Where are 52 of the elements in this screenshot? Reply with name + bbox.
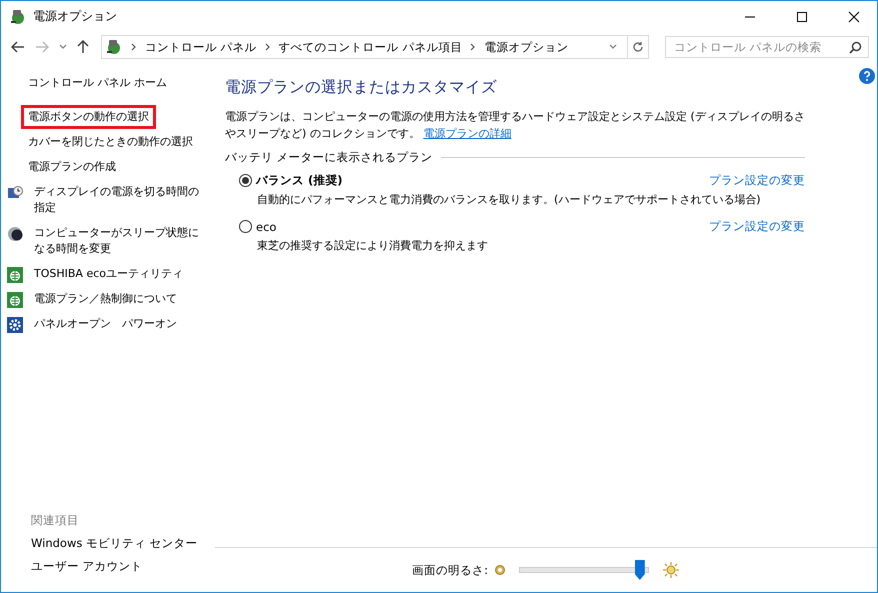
details-link[interactable]: 電源プランの詳細	[423, 127, 512, 140]
bright-sun-icon	[662, 561, 680, 579]
sidebar-link[interactable]: TOSHIBA ecoユーティリティ	[27, 262, 190, 286]
window-title: 電源オプション	[33, 8, 118, 25]
plan-name: eco	[256, 220, 278, 234]
up-button[interactable]	[75, 38, 91, 56]
sidebar-link[interactable]: 電源ボタンの動作の選択	[21, 105, 156, 129]
chevron-down-icon	[59, 44, 67, 50]
back-button[interactable]	[9, 39, 27, 55]
breadcrumb[interactable]: コントロール パネル	[145, 40, 257, 54]
refresh-icon	[632, 41, 644, 53]
help-icon[interactable]	[859, 68, 875, 84]
moon-icon	[7, 226, 23, 242]
chevron-down-icon	[609, 44, 617, 50]
up-arrow-icon	[77, 40, 89, 54]
globe-icon	[7, 267, 23, 283]
gear-icon	[7, 317, 23, 333]
related-link[interactable]: ユーザー アカウント	[1, 559, 143, 574]
sidebar-link[interactable]: コンピューターがスリープ状態になる時間を変更	[27, 221, 215, 261]
plan-name: バランス (推奨)	[256, 173, 344, 188]
breadcrumb[interactable]: 電源オプション	[484, 40, 568, 54]
close-icon	[848, 10, 860, 22]
sidebar-link[interactable]: コントロール パネル ホーム	[21, 71, 174, 95]
group-label: バッテリ メーターに表示されるプラン	[225, 150, 433, 165]
breadcrumb[interactable]: すべてのコントロール パネル項目	[278, 40, 462, 54]
clock-monitor-icon	[7, 185, 23, 201]
plan-settings-link[interactable]: プラン設定の変更	[709, 173, 805, 188]
brightness-label: 画面の明るさ:	[412, 562, 488, 578]
page-heading: 電源プランの選択またはカスタマイズ	[225, 77, 498, 98]
sidebar-link[interactable]: ディスプレイの電源を切る時間の指定	[27, 180, 215, 220]
address-bar[interactable]: コントロール パネル すべてのコントロール パネル項目 電源オプション	[101, 35, 649, 59]
sidebar-link[interactable]: パネルオープン パワーオン	[27, 312, 184, 336]
power-options-icon	[105, 38, 123, 56]
related-heading: 関連項目	[30, 513, 79, 528]
plan-description: 東芝の推奨する設定により消費電力を抑えます	[256, 238, 489, 253]
maximize-icon	[796, 10, 808, 22]
sidebar-link[interactable]: カバーを閉じたときの動作の選択	[21, 130, 200, 154]
slider-thumb[interactable]	[634, 560, 645, 580]
sidebar-link[interactable]: 電源プラン／熱制御について	[27, 287, 184, 311]
page-description: 電源プランは、コンピューターの電源の使用方法を管理するハードウェア設定とシステム設定 (ディスプレイの明るさやスリープなど) のコレクションです。 電源プランの詳細	[225, 109, 805, 142]
sidebar-link[interactable]: 電源プランの作成	[21, 155, 123, 179]
related-link[interactable]: Windows モビリティ センター	[1, 536, 198, 551]
power-options-icon	[9, 8, 27, 26]
plan-settings-link[interactable]: プラン設定の変更	[709, 219, 805, 234]
right-arrow-icon	[35, 41, 49, 53]
radio-button[interactable]	[239, 220, 252, 233]
globe-icon	[7, 292, 23, 308]
dim-sun-icon	[494, 564, 506, 576]
plan-description: 自動的にパフォーマンスと電力消費のバランスを取ります。(ハードウェアでサポートされている場合)	[256, 192, 762, 207]
search-field[interactable]: コントロール パネルの検索	[665, 36, 869, 58]
left-arrow-icon	[11, 41, 25, 53]
radio-button[interactable]	[239, 174, 252, 187]
